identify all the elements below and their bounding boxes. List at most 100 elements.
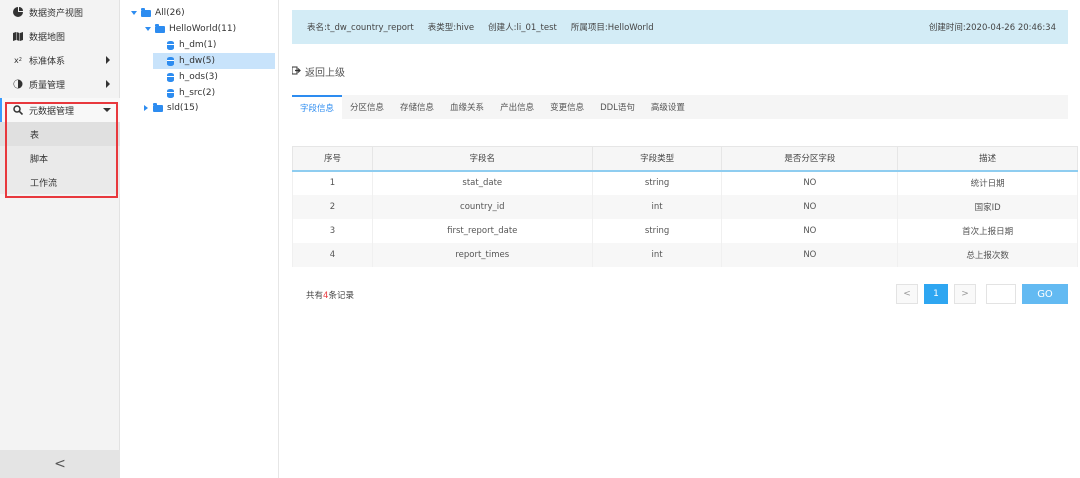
tab-output[interactable]: 产出信息	[492, 95, 542, 119]
caret-right-icon	[144, 105, 148, 111]
nav-item-metadata[interactable]: 元数据管理	[0, 98, 120, 122]
cell-is-partition: NO	[721, 194, 899, 219]
project: 所属项目:HelloWorld	[570, 23, 654, 33]
cell-description: 总上报次数	[897, 242, 1078, 267]
cell-field-type: string	[591, 170, 723, 195]
sub-nav-item-label: 脚本	[30, 154, 49, 165]
tree-node-db-selected[interactable]: h_dw(5)	[153, 53, 275, 69]
back-link[interactable]: 返回上级	[291, 64, 345, 79]
database-icon	[167, 40, 174, 50]
nav-item-label: 数据地图	[29, 32, 66, 43]
nav-item-label: 元数据管理	[29, 106, 75, 117]
tab-ddl[interactable]: DDL语句	[592, 95, 643, 119]
folder-icon	[153, 102, 163, 112]
chevron-right-icon	[106, 56, 110, 64]
cell-index: 2	[292, 194, 373, 219]
table-row[interactable]: 2 country_id int NO 国家ID	[292, 194, 1078, 219]
tab-advanced[interactable]: 高级设置	[643, 95, 693, 119]
sub-nav-item-label: 工作流	[30, 178, 58, 189]
cell-field-name: first_report_date	[371, 218, 593, 243]
fields-table: 序号 字段名 字段类型 是否分区字段 描述 1 stat_date string…	[292, 146, 1078, 267]
tab-lineage[interactable]: 血缘关系	[442, 95, 492, 119]
tree-node-label: sld(15)	[167, 103, 199, 113]
tree-node-sld[interactable]: sld(15)	[143, 100, 198, 116]
table-info-bar: 表名:t_dw_country_report 表类型:hive 创建人:li_0…	[292, 10, 1068, 44]
table-row[interactable]: 3 first_report_date string NO 首次上报日期	[292, 218, 1078, 243]
column-header[interactable]: 序号	[292, 146, 373, 172]
column-header[interactable]: 是否分区字段	[721, 146, 899, 172]
nav-item-label: 数据资产视图	[29, 8, 84, 19]
database-icon	[167, 88, 174, 98]
table-row[interactable]: 4 report_times int NO 总上报次数	[292, 242, 1078, 267]
cell-field-name: report_times	[371, 242, 593, 267]
folder-icon	[155, 23, 165, 33]
column-header[interactable]: 字段类型	[591, 146, 723, 172]
cell-index: 1	[292, 170, 373, 195]
tab-changes[interactable]: 变更信息	[542, 95, 592, 119]
table-row[interactable]: 1 stat_date string NO 统计日期	[292, 170, 1078, 195]
tree-node-db[interactable]: h_src(2)	[167, 85, 215, 101]
nav-item-label: 标准体系	[29, 56, 66, 67]
shield-icon	[12, 78, 24, 90]
collapse-sidebar-button[interactable]: <	[0, 450, 120, 478]
cell-description: 国家ID	[897, 194, 1078, 219]
map-icon	[12, 30, 24, 42]
table-name: 表名:t_dw_country_report	[307, 23, 414, 33]
tree-node-label: h_ods(3)	[179, 72, 218, 82]
back-label: 返回上级	[305, 68, 345, 79]
cell-is-partition: NO	[721, 170, 899, 195]
tab-storage[interactable]: 存储信息	[392, 95, 442, 119]
cell-field-name: stat_date	[371, 170, 593, 195]
go-button[interactable]: GO	[1022, 284, 1068, 304]
tree-node-all[interactable]: All(26)	[131, 5, 185, 21]
record-count-suffix: 条记录	[328, 291, 354, 301]
database-icon	[167, 72, 174, 82]
search-icon	[12, 104, 24, 116]
tree-node-label: h_dm(1)	[179, 40, 217, 50]
tab-partitions[interactable]: 分区信息	[342, 95, 392, 119]
cell-is-partition: NO	[721, 242, 899, 267]
tree-node-db[interactable]: h_dm(1)	[167, 37, 275, 53]
table-type: 表类型:hive	[427, 23, 475, 33]
cell-field-name: country_id	[371, 194, 593, 219]
db-tree: All(26) HelloWorld(11) h_dm(1) h_dw(5) h…	[121, 0, 279, 478]
page-number-button[interactable]: 1	[924, 284, 948, 304]
creator: 创建人:li_01_test	[488, 23, 557, 33]
prev-page-button[interactable]: <	[896, 284, 918, 304]
next-page-button[interactable]: >	[954, 284, 976, 304]
nav-item-data-map[interactable]: 数据地图	[0, 24, 120, 48]
sub-nav-item-script[interactable]: 脚本	[0, 146, 120, 170]
database-icon	[167, 56, 174, 66]
cell-index: 4	[292, 242, 373, 267]
nav-item-asset-view[interactable]: 数据资产视图	[0, 0, 120, 24]
tree-node-label: h_src(2)	[179, 88, 216, 98]
column-header[interactable]: 描述	[897, 146, 1078, 172]
record-count: 共有4条记录	[306, 289, 354, 301]
tree-node-helloworld[interactable]: HelloWorld(11)	[145, 21, 236, 37]
cell-description: 统计日期	[897, 170, 1078, 195]
created-time: 创建时间:2020-04-26 20:46:34	[928, 23, 1056, 33]
chevron-left-icon: <	[54, 456, 66, 472]
active-indicator	[0, 98, 2, 122]
cell-field-type: int	[591, 242, 723, 267]
nav-item-standards[interactable]: x2 标准体系	[0, 48, 120, 72]
pie-chart-icon	[12, 6, 24, 18]
chevron-right-icon	[106, 80, 110, 88]
cell-description: 首次上报日期	[897, 218, 1078, 243]
page-jump-input[interactable]	[986, 284, 1016, 304]
cell-is-partition: NO	[721, 218, 899, 243]
tab-fields[interactable]: 字段信息	[292, 95, 343, 119]
main-panel: 表名:t_dw_country_report 表类型:hive 创建人:li_0…	[280, 0, 1080, 478]
tree-node-label: HelloWorld(11)	[169, 24, 237, 34]
nav-item-quality[interactable]: 质量管理	[0, 72, 120, 96]
sub-nav-item-table[interactable]: 表	[0, 122, 120, 146]
back-icon	[291, 66, 301, 78]
tree-node-label: All(26)	[155, 8, 185, 18]
sub-nav-item-workflow[interactable]: 工作流	[0, 170, 120, 194]
side-nav: 数据资产视图 数据地图 x2 标准体系 质量管理 元数据管理 表 脚本 工作流 …	[0, 0, 120, 478]
detail-tabs: 字段信息 分区信息 存储信息 血缘关系 产出信息 变更信息 DDL语句 高级设置	[292, 95, 1068, 119]
table-header-row: 序号 字段名 字段类型 是否分区字段 描述	[292, 146, 1078, 172]
folder-icon	[141, 7, 151, 17]
tree-node-db[interactable]: h_ods(3)	[167, 69, 218, 85]
column-header[interactable]: 字段名	[371, 146, 593, 172]
